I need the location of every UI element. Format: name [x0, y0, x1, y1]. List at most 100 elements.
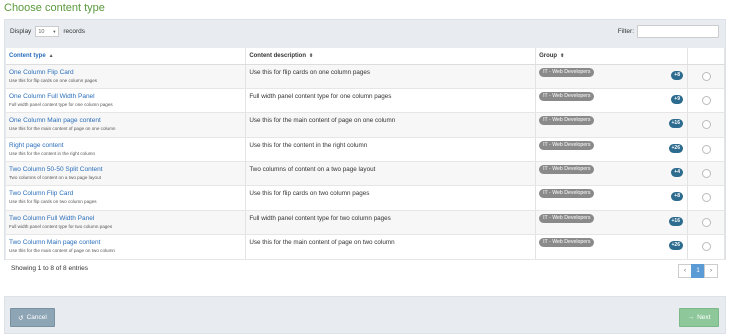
select-radio[interactable]	[701, 95, 711, 105]
description-cell: Full width panel content type for one co…	[245, 88, 537, 114]
page-title: Choose content type	[4, 2, 105, 14]
records-label: records	[63, 28, 85, 35]
content-description: Two columns of content on a two page lay…	[249, 166, 376, 174]
select-cell	[687, 64, 725, 89]
select-radio[interactable]	[701, 193, 711, 203]
group-badge: IT - Web Developers	[539, 213, 595, 223]
table-row[interactable]: Two Column Full Width Panel Full width pa…	[6, 210, 725, 236]
records-per-page-select[interactable]: 10 ▼	[35, 26, 60, 37]
table-row[interactable]: One Column Flip Card Use this for flip ca…	[6, 64, 725, 89]
description-cell: Use this for the main content of page on…	[245, 234, 537, 260]
group-count-badge[interactable]: +9	[671, 94, 683, 104]
group-cell: IT - Web Developers +4	[535, 161, 688, 187]
content-type-cell: One Column Full Width Panel Full width pa…	[6, 88, 247, 114]
content-type-name[interactable]: Two Column 50-50 Split Content	[9, 166, 242, 173]
group-cell: IT - Web Developers +26	[535, 234, 688, 260]
description-cell: Use this for flip cards on two column pa…	[245, 185, 537, 211]
content-type-subtitle: Two columns of content on a two page lay…	[9, 175, 101, 181]
group-count-badge[interactable]: +26	[668, 143, 683, 153]
content-type-name[interactable]: Right page content	[9, 142, 242, 149]
cancel-button-label: Cancel	[26, 314, 47, 321]
group-count-badge[interactable]: +4	[671, 168, 683, 178]
content-type-cell: One Column Main page content Use this for…	[6, 112, 247, 138]
content-type-name[interactable]: Two Column Full Width Panel	[9, 215, 242, 222]
content-type-table: Content type ▲ Content description ⬍ Group…	[6, 48, 725, 260]
next-button-label: Next	[697, 314, 711, 321]
group-count-badge[interactable]: +8	[671, 70, 683, 80]
select-radio[interactable]	[701, 144, 711, 154]
content-type-cell: Two Column Flip Card Use this for flip ca…	[6, 185, 247, 211]
content-type-name[interactable]: One Column Flip Card	[9, 69, 242, 76]
table-row[interactable]: Two Column Flip Card Use this for flip ca…	[6, 185, 725, 211]
group-badge: IT - Web Developers	[539, 67, 595, 77]
filter-label: Filter:	[617, 28, 634, 35]
next-button[interactable]: → Next	[679, 308, 719, 327]
content-type-cell: Two Column Full Width Panel Full width pa…	[6, 210, 247, 236]
group-count-badge[interactable]: +26	[668, 241, 683, 251]
content-description: Use this for the main content of page on…	[249, 239, 395, 247]
group-badge: IT - Web Developers	[539, 165, 595, 175]
content-type-name[interactable]: Two Column Flip Card	[9, 190, 242, 197]
select-radio[interactable]	[701, 120, 711, 130]
group-cell: IT - Web Developers +16	[535, 112, 688, 138]
description-cell: Use this for the main content of page on…	[245, 112, 537, 138]
group-count-badge[interactable]: +8	[671, 192, 683, 202]
select-cell	[687, 234, 725, 260]
group-count-badge[interactable]: +16	[668, 216, 683, 226]
select-cell	[687, 210, 725, 236]
select-cell	[687, 88, 725, 114]
table-row[interactable]: One Column Full Width Panel Full width pa…	[6, 88, 725, 114]
next-page-button[interactable]: ›	[704, 264, 718, 278]
select-radio[interactable]	[701, 71, 711, 81]
table-row[interactable]: Two Column Main page content Use this for…	[6, 234, 725, 260]
cancel-button[interactable]: ↺ Cancel	[10, 308, 55, 327]
content-description: Use this for the main content of page on…	[249, 117, 396, 125]
content-description: Full width panel content type for one co…	[249, 92, 392, 100]
content-type-name[interactable]: One Column Main page content	[9, 117, 242, 124]
column-header-label: Group	[539, 52, 558, 59]
group-badge: IT - Web Developers	[539, 116, 595, 126]
content-type-name[interactable]: One Column Full Width Panel	[9, 93, 242, 100]
content-type-subtitle: Use this for the content in the right co…	[9, 150, 96, 156]
display-records-control: Display 10 ▼ records	[10, 26, 85, 37]
column-header-content-description[interactable]: Content description ⬍	[245, 48, 537, 65]
column-header-label: Content description	[249, 52, 306, 59]
content-type-subtitle: Use this for flip cards on two column pa…	[9, 199, 97, 205]
sort-ascending-icon: ▲	[48, 52, 54, 59]
select-cell	[687, 137, 725, 163]
column-header-select	[687, 48, 725, 65]
group-count-badge[interactable]: +16	[668, 119, 683, 129]
display-label: Display	[10, 28, 32, 35]
content-type-cell: Two Column 50-50 Split Content Two column…	[6, 161, 247, 187]
table-row[interactable]: Two Column 50-50 Split Content Two column…	[6, 161, 725, 187]
select-radio[interactable]	[701, 169, 711, 179]
select-radio[interactable]	[701, 217, 711, 227]
table-row[interactable]: Right page content Use this for the conte…	[6, 137, 725, 163]
group-cell: IT - Web Developers +8	[535, 64, 688, 89]
description-cell: Full width panel content type for two co…	[245, 210, 537, 236]
select-cell	[687, 112, 725, 138]
group-cell: IT - Web Developers +8	[535, 185, 688, 211]
content-description: Use this for flip cards on one column pa…	[249, 68, 371, 76]
description-cell: Use this for the content in the right co…	[245, 137, 537, 163]
group-cell: IT - Web Developers +16	[535, 210, 688, 236]
filter-input[interactable]	[637, 25, 719, 38]
previous-page-button[interactable]: ‹	[678, 264, 692, 278]
select-radio[interactable]	[701, 242, 711, 252]
content-type-name[interactable]: Two Column Main page content	[9, 239, 242, 246]
column-header-content-type[interactable]: Content type ▲	[6, 48, 247, 65]
records-per-page-value: 10	[38, 28, 45, 35]
table-header-row: Content type ▲ Content description ⬍ Group…	[6, 48, 725, 65]
page-1-button[interactable]: 1	[691, 264, 705, 278]
content-type-cell: Two Column Main page content Use this for…	[6, 234, 247, 260]
content-type-cell: One Column Flip Card Use this for flip ca…	[6, 64, 247, 89]
table-row[interactable]: One Column Main page content Use this for…	[6, 112, 725, 138]
content-type-subtitle: Use this for the main content of page on…	[9, 248, 115, 254]
select-cell	[687, 161, 725, 187]
chevron-down-icon: ▼	[52, 29, 57, 34]
pagination: ‹ 1 ›	[678, 264, 718, 278]
content-type-subtitle: Full width panel content type for two co…	[9, 223, 113, 229]
column-header-group[interactable]: Group ⬍	[535, 48, 688, 65]
description-cell: Use this for flip cards on one column pa…	[245, 64, 537, 89]
wizard-footer: ↺ Cancel → Next	[4, 296, 726, 334]
